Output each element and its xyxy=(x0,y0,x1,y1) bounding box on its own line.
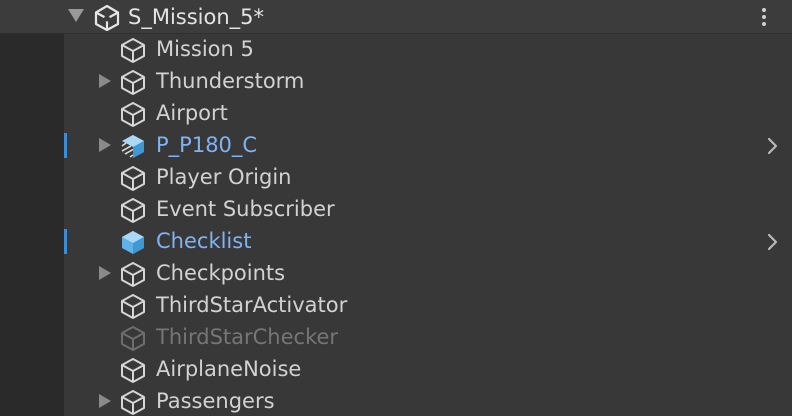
scene-header-row[interactable]: S_Mission_5* xyxy=(0,0,792,34)
hierarchy-item-label: AirplaneNoise xyxy=(156,357,302,381)
override-marker xyxy=(64,229,67,254)
gameobject-icon xyxy=(121,262,145,287)
hierarchy-item[interactable]: Event Subscriber xyxy=(64,193,792,225)
collapse-arrow-icon[interactable] xyxy=(68,9,84,22)
hierarchy-item[interactable]: P_P180_C xyxy=(64,129,792,161)
unity-logo-icon xyxy=(94,5,120,31)
gameobject-icon xyxy=(121,294,145,319)
hierarchy-item[interactable]: Checklist xyxy=(64,225,792,257)
hierarchy-item[interactable]: AirplaneNoise xyxy=(64,353,792,385)
hierarchy-item-label: Mission 5 xyxy=(156,37,254,61)
hierarchy-item[interactable]: Passengers xyxy=(64,385,792,416)
hierarchy-item-label: Checklist xyxy=(156,229,252,253)
hierarchy-item-label: ThirdStarActivator xyxy=(156,293,348,317)
hierarchy-item[interactable]: ThirdStarChecker xyxy=(64,321,792,353)
scene-title: S_Mission_5* xyxy=(128,5,265,29)
hierarchy-item-label: Airport xyxy=(156,101,228,125)
chevron-right-icon[interactable] xyxy=(764,136,782,156)
gameobject-icon xyxy=(121,102,145,127)
hierarchy-item-label: Player Origin xyxy=(156,165,292,189)
gameobject-icon xyxy=(121,70,145,95)
hierarchy-item[interactable]: Checkpoints xyxy=(64,257,792,289)
gameobject-icon xyxy=(121,358,145,383)
hierarchy-item-label: Event Subscriber xyxy=(156,197,335,221)
gameobject-icon xyxy=(121,198,145,223)
hierarchy-item[interactable]: Mission 5 xyxy=(64,33,792,65)
hierarchy-item-label: ThirdStarChecker xyxy=(156,325,339,349)
gameobject-icon xyxy=(121,166,145,191)
hierarchy-window: S_Mission_5* Mission 5 Thunderstorm Airpor… xyxy=(0,0,792,416)
override-marker xyxy=(64,133,67,158)
gameobject-icon xyxy=(121,326,145,351)
kebab-menu-icon[interactable] xyxy=(754,6,774,30)
gameobject-icon xyxy=(121,390,145,415)
expand-arrow-icon[interactable] xyxy=(99,394,111,408)
hierarchy-item[interactable]: ThirdStarActivator xyxy=(64,289,792,321)
hierarchy-item-label: P_P180_C xyxy=(156,133,258,157)
expand-arrow-icon[interactable] xyxy=(99,266,111,280)
chevron-right-icon[interactable] xyxy=(764,232,782,252)
hierarchy-item[interactable]: Airport xyxy=(64,97,792,129)
hierarchy-item-label: Passengers xyxy=(156,389,275,413)
hierarchy-item[interactable]: Player Origin xyxy=(64,161,792,193)
prefab-variant-icon xyxy=(121,135,144,158)
gameobject-icon xyxy=(121,38,145,63)
prefab-icon xyxy=(122,231,144,254)
hierarchy-item[interactable]: Thunderstorm xyxy=(64,65,792,97)
hierarchy-item-label: Checkpoints xyxy=(156,261,286,285)
expand-arrow-icon[interactable] xyxy=(99,138,111,152)
hierarchy-gutter xyxy=(0,0,64,416)
hierarchy-item-label: Thunderstorm xyxy=(156,69,305,93)
expand-arrow-icon[interactable] xyxy=(99,74,111,88)
